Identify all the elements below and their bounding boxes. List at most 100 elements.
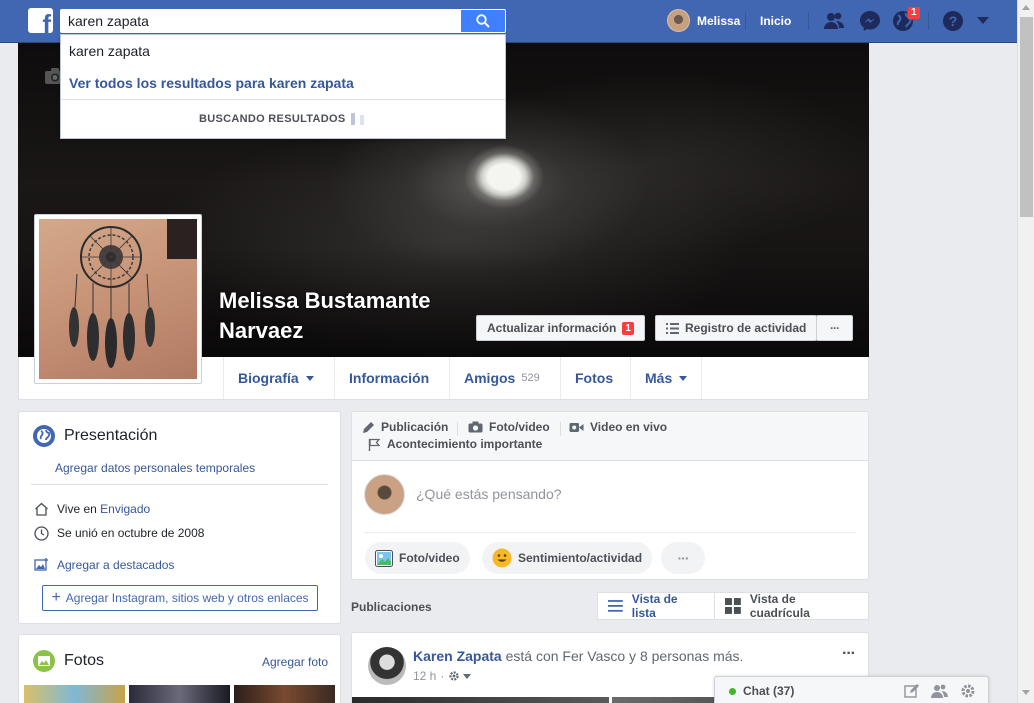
compose-icon[interactable] xyxy=(904,683,920,699)
facebook-logo[interactable]: f xyxy=(28,8,53,33)
tab-label: Información xyxy=(349,370,430,386)
tab-timeline[interactable]: Biografía xyxy=(223,357,328,399)
gear-icon[interactable] xyxy=(448,670,460,682)
search-icon xyxy=(476,14,490,28)
photo-thumbnail[interactable] xyxy=(234,685,335,703)
tab-photos[interactable]: Fotos xyxy=(560,357,627,399)
photo-add-icon xyxy=(33,558,48,571)
caret-down-icon[interactable] xyxy=(463,673,472,679)
posts-heading: Publicaciones xyxy=(351,600,432,614)
composer-live-option[interactable]: Video en vivo xyxy=(569,420,667,434)
more-icon: ··· xyxy=(830,321,840,335)
update-info-badge: 1 xyxy=(622,321,634,335)
post-tagline: está con Fer Vasco y 8 personas más. xyxy=(501,648,744,664)
add-links-label: Agregar Instagram, sitios web y otros en… xyxy=(65,591,309,605)
scroll-up-arrow[interactable] xyxy=(1022,5,1030,10)
profile-shortcut[interactable]: Melissa xyxy=(667,9,740,32)
search-suggestion[interactable]: karen zapata xyxy=(69,43,150,59)
list-icon xyxy=(666,322,679,334)
add-temp-details-link[interactable]: Agregar datos personales temporales xyxy=(55,461,255,475)
divider xyxy=(560,422,561,436)
lives-in-row: Vive en Envigado xyxy=(33,501,150,517)
composer-post-option[interactable]: Publicación xyxy=(362,420,448,434)
friends-icon[interactable] xyxy=(823,10,845,32)
search-button[interactable] xyxy=(460,9,506,33)
smiley-icon xyxy=(492,548,512,568)
photo-thumbnail[interactable] xyxy=(129,685,230,703)
photos-card: Fotos Agregar foto xyxy=(18,634,341,703)
tab-about[interactable]: Información xyxy=(334,357,443,399)
divider xyxy=(31,484,328,485)
more-options-button[interactable]: ··· xyxy=(816,315,853,341)
activity-log-label: Registro de actividad xyxy=(685,321,807,335)
avatar xyxy=(364,474,405,515)
activity-log-button[interactable]: Registro de actividad xyxy=(655,315,818,341)
help-icon[interactable]: ? xyxy=(942,10,964,32)
composer-photo-option[interactable]: Foto/video xyxy=(468,420,550,434)
tab-label: Biografía xyxy=(238,370,299,386)
page-scrollbar[interactable] xyxy=(1017,0,1034,703)
plus-icon: + xyxy=(51,589,61,606)
composer-options: Publicación Foto/video Video en vivo Aco… xyxy=(352,412,868,461)
composer-event-option[interactable]: Acontecimiento importante xyxy=(368,437,542,451)
divider xyxy=(364,532,856,533)
see-all-results-link[interactable]: Ver todos los resultados para karen zapa… xyxy=(69,75,354,91)
tab-more[interactable]: Más xyxy=(630,357,703,399)
profile-picture[interactable] xyxy=(34,214,202,384)
search-input[interactable] xyxy=(60,9,461,33)
post-header: Karen Zapata está con Fer Vasco y 8 pers… xyxy=(413,648,743,664)
profile-photo xyxy=(39,219,197,379)
grid-view-button[interactable]: Vista de cuadrícula xyxy=(714,592,869,620)
post-options-button[interactable]: ··· xyxy=(842,645,856,663)
chat-bar[interactable]: Chat (37) xyxy=(714,676,989,703)
photo-icon xyxy=(375,549,393,567)
divider xyxy=(928,12,929,30)
feeling-activity-button[interactable]: Sentimiento/actividad xyxy=(482,542,653,574)
joined-text: Se unió en octubre de 2008 xyxy=(57,526,205,540)
divider xyxy=(457,422,458,436)
photo-thumbnail[interactable] xyxy=(24,685,125,703)
list-view-button[interactable]: Vista de lista xyxy=(597,592,715,620)
new-group-icon[interactable] xyxy=(931,683,948,699)
divider xyxy=(808,12,809,30)
gear-icon[interactable] xyxy=(960,683,976,699)
post-author-link[interactable]: Karen Zapata xyxy=(413,648,502,664)
post-timestamp[interactable]: 12 h xyxy=(413,669,436,683)
home-link[interactable]: Inicio xyxy=(760,14,791,28)
add-featured-link: Agregar a destacados xyxy=(57,558,175,572)
loading-spinner xyxy=(360,115,364,125)
caret-down-icon xyxy=(305,375,314,381)
loading-spinner xyxy=(351,113,355,125)
photo-video-button[interactable]: Foto/video xyxy=(365,542,470,574)
composer-input[interactable]: ¿Qué estás pensando? xyxy=(416,486,562,502)
divider xyxy=(745,12,746,30)
intro-title: Presentación xyxy=(64,427,158,444)
joined-row: Se unió en octubre de 2008 xyxy=(33,525,204,541)
lives-place-link[interactable]: Envigado xyxy=(100,502,150,516)
update-info-button[interactable]: Actualizar información 1 xyxy=(476,315,645,341)
more-icon: ··· xyxy=(677,550,690,566)
add-links-button[interactable]: + Agregar Instagram, sitios web y otros … xyxy=(42,585,318,611)
pencil-icon xyxy=(363,421,374,433)
messenger-icon[interactable] xyxy=(859,10,881,32)
tab-label: Amigos xyxy=(464,370,516,386)
profile-name[interactable]: Melissa Bustamante Narvaez xyxy=(219,286,479,346)
home-icon xyxy=(34,502,48,516)
add-photo-link[interactable]: Agregar foto xyxy=(262,655,328,669)
search-suggestions: karen zapata Ver todos los resultados pa… xyxy=(60,34,506,139)
post-photo[interactable] xyxy=(352,697,609,703)
friends-count: 529 xyxy=(521,372,540,384)
grid-icon xyxy=(725,598,741,614)
globe-icon xyxy=(33,425,55,447)
update-info-label: Actualizar información xyxy=(487,321,617,335)
user-name: Melissa xyxy=(697,13,741,28)
tab-friends[interactable]: Amigos 529 xyxy=(449,357,554,399)
add-featured-row[interactable]: Agregar a destacados xyxy=(33,557,174,573)
scroll-down-arrow[interactable] xyxy=(1022,690,1030,695)
clock-icon xyxy=(33,525,49,541)
scroll-thumb[interactable] xyxy=(1020,17,1033,217)
avatar[interactable] xyxy=(368,647,406,685)
caret-down-icon xyxy=(679,375,688,381)
caret-down-icon[interactable] xyxy=(977,17,989,24)
more-options-button[interactable]: ··· xyxy=(661,542,705,574)
